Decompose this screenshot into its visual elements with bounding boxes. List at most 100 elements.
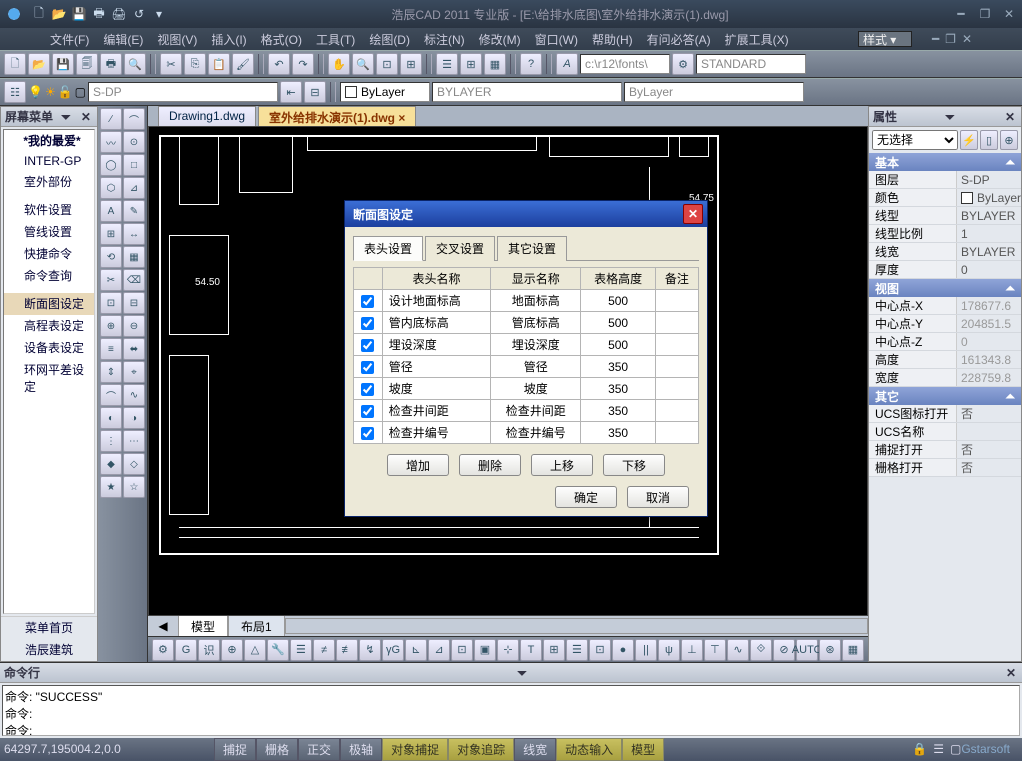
- layer-prev-button[interactable]: ⇤: [280, 81, 302, 103]
- draw-tool-12[interactable]: ⟲: [100, 246, 122, 268]
- plot-button[interactable]: 🖶: [100, 53, 122, 75]
- pickadd-icon[interactable]: ⊕: [1000, 130, 1018, 150]
- prop-row[interactable]: UCS名称: [869, 423, 1021, 441]
- draw-tool-32[interactable]: ★: [100, 476, 122, 498]
- linetype-select[interactable]: [432, 82, 622, 102]
- font-path-input[interactable]: [580, 54, 670, 74]
- draw-tool-3[interactable]: ⊙: [123, 131, 145, 153]
- tree-item[interactable]: 快捷命令: [4, 243, 94, 265]
- doc-tab-active[interactable]: 室外给排水演示(1).dwg ×: [258, 106, 416, 126]
- print-icon[interactable]: 🖶: [90, 5, 108, 23]
- table-row[interactable]: 埋设深度埋设深度500: [354, 334, 699, 356]
- draw-tool-16[interactable]: ⊡: [100, 292, 122, 314]
- new-file-button[interactable]: 🗋: [4, 53, 26, 75]
- plugin-tool-16[interactable]: T: [520, 639, 542, 661]
- row-checkbox[interactable]: [361, 405, 374, 418]
- prop-row[interactable]: 中心点-X178677.6: [869, 297, 1021, 315]
- status-toggle-栅格[interactable]: 栅格: [256, 738, 298, 761]
- plugin-tool-25[interactable]: ∿: [727, 639, 749, 661]
- table-row[interactable]: 检查井间距检查井间距350: [354, 400, 699, 422]
- text-style-icon[interactable]: A: [556, 53, 578, 75]
- ok-button[interactable]: 确定: [555, 486, 617, 508]
- menu-view[interactable]: 视图(V): [157, 31, 197, 48]
- tree-favorites[interactable]: *我的最爱*: [4, 130, 94, 152]
- plugin-tool-12[interactable]: ⊿: [428, 639, 450, 661]
- tree-item[interactable]: 环网平差设定: [4, 359, 94, 398]
- draw-tool-29[interactable]: ⋯: [123, 430, 145, 452]
- draw-tool-20[interactable]: ≡: [100, 338, 122, 360]
- draw-tool-7[interactable]: ⊿: [123, 177, 145, 199]
- row-checkbox[interactable]: [361, 427, 374, 440]
- cmd-close-icon[interactable]: ✕: [1004, 666, 1018, 680]
- move-down-button[interactable]: 下移: [603, 454, 665, 476]
- save-all-button[interactable]: 🗐: [76, 53, 98, 75]
- cmd-pin-icon[interactable]: ⏷: [515, 666, 529, 680]
- row-checkbox[interactable]: [361, 361, 374, 374]
- layer-select[interactable]: [88, 82, 278, 102]
- menu-file[interactable]: 文件(F): [50, 31, 89, 48]
- save-icon[interactable]: 💾: [70, 5, 88, 23]
- draw-tool-11[interactable]: ↔: [123, 223, 145, 245]
- plugin-tool-0[interactable]: ⚙: [152, 639, 174, 661]
- plugin-tool-30[interactable]: ▦: [842, 639, 864, 661]
- draw-tool-5[interactable]: □: [123, 154, 145, 176]
- plugin-tool-13[interactable]: ⊡: [451, 639, 473, 661]
- prop-row[interactable]: 线宽BYLAYER: [869, 243, 1021, 261]
- plugin-tool-3[interactable]: ⊕: [221, 639, 243, 661]
- plugin-tool-6[interactable]: ☰: [290, 639, 312, 661]
- open-file-button[interactable]: 📂: [28, 53, 50, 75]
- plugin-tool-29[interactable]: ⊛: [819, 639, 841, 661]
- plugin-tool-4[interactable]: △: [244, 639, 266, 661]
- add-button[interactable]: 增加: [387, 454, 449, 476]
- doc-tab-drawing1[interactable]: Drawing1.dwg: [158, 106, 256, 126]
- match-button[interactable]: 🖌: [232, 53, 254, 75]
- redo-button[interactable]: ↷: [292, 53, 314, 75]
- draw-tool-18[interactable]: ⊕: [100, 315, 122, 337]
- menu-insert[interactable]: 插入(I): [211, 31, 246, 48]
- text-style-select[interactable]: [696, 54, 806, 74]
- model-tab[interactable]: 模型: [178, 615, 228, 638]
- prop-row[interactable]: 颜色ByLayer: [869, 189, 1021, 207]
- dropdown-icon[interactable]: ▾: [150, 5, 168, 23]
- draw-tool-9[interactable]: ✎: [123, 200, 145, 222]
- mdi-restore-button[interactable]: ❐: [945, 32, 956, 46]
- layer-iso-button[interactable]: ⊟: [304, 81, 326, 103]
- plugin-tool-18[interactable]: ☰: [566, 639, 588, 661]
- status-toggle-线宽[interactable]: 线宽: [514, 738, 556, 761]
- draw-tool-25[interactable]: ∿: [123, 384, 145, 406]
- draw-tool-23[interactable]: ⌖: [123, 361, 145, 383]
- tree-item[interactable]: 室外部份: [4, 171, 94, 193]
- prop-group-basic[interactable]: 基本⏶: [869, 153, 1021, 171]
- copy-button[interactable]: ⎘: [184, 53, 206, 75]
- menu-help[interactable]: 帮助(H): [592, 31, 633, 48]
- save-file-button[interactable]: 💾: [52, 53, 74, 75]
- prop-row[interactable]: 线型比例1: [869, 225, 1021, 243]
- haocheng-arch-button[interactable]: 浩辰建筑: [1, 639, 97, 661]
- zoom-rt-button[interactable]: 🔍: [352, 53, 374, 75]
- table-row[interactable]: 管内底标高管底标高500: [354, 312, 699, 334]
- tree-item[interactable]: 管线设置: [4, 221, 94, 243]
- draw-tool-22[interactable]: ⇕: [100, 361, 122, 383]
- status-toggle-正交[interactable]: 正交: [298, 738, 340, 761]
- plugin-tool-24[interactable]: ⊤: [704, 639, 726, 661]
- dialog-titlebar[interactable]: 断面图设定 ✕: [345, 201, 707, 227]
- menu-draw[interactable]: 绘图(D): [369, 31, 410, 48]
- pan-button[interactable]: ✋: [328, 53, 350, 75]
- zoom-prev-button[interactable]: ⊞: [400, 53, 422, 75]
- menu-modify[interactable]: 修改(M): [479, 31, 521, 48]
- status-toggle-动态输入[interactable]: 动态输入: [556, 738, 622, 761]
- prop-group-other[interactable]: 其它⏶: [869, 387, 1021, 405]
- help-button[interactable]: ?: [520, 53, 542, 75]
- draw-tool-31[interactable]: ◇: [123, 453, 145, 475]
- draw-tool-24[interactable]: ⌒: [100, 384, 122, 406]
- close-button[interactable]: ✕: [1000, 7, 1018, 21]
- table-row[interactable]: 管径管径350: [354, 356, 699, 378]
- plugin-tool-23[interactable]: ⊥: [681, 639, 703, 661]
- text-style-manage-button[interactable]: ⚙: [672, 53, 694, 75]
- menu-ext[interactable]: 扩展工具(X): [725, 31, 789, 48]
- prop-row[interactable]: 中心点-Z0: [869, 333, 1021, 351]
- prop-row[interactable]: 图层S-DP: [869, 171, 1021, 189]
- plugin-tool-9[interactable]: ↯: [359, 639, 381, 661]
- redo-icon[interactable]: ↺: [130, 5, 148, 23]
- draw-tool-17[interactable]: ⊟: [123, 292, 145, 314]
